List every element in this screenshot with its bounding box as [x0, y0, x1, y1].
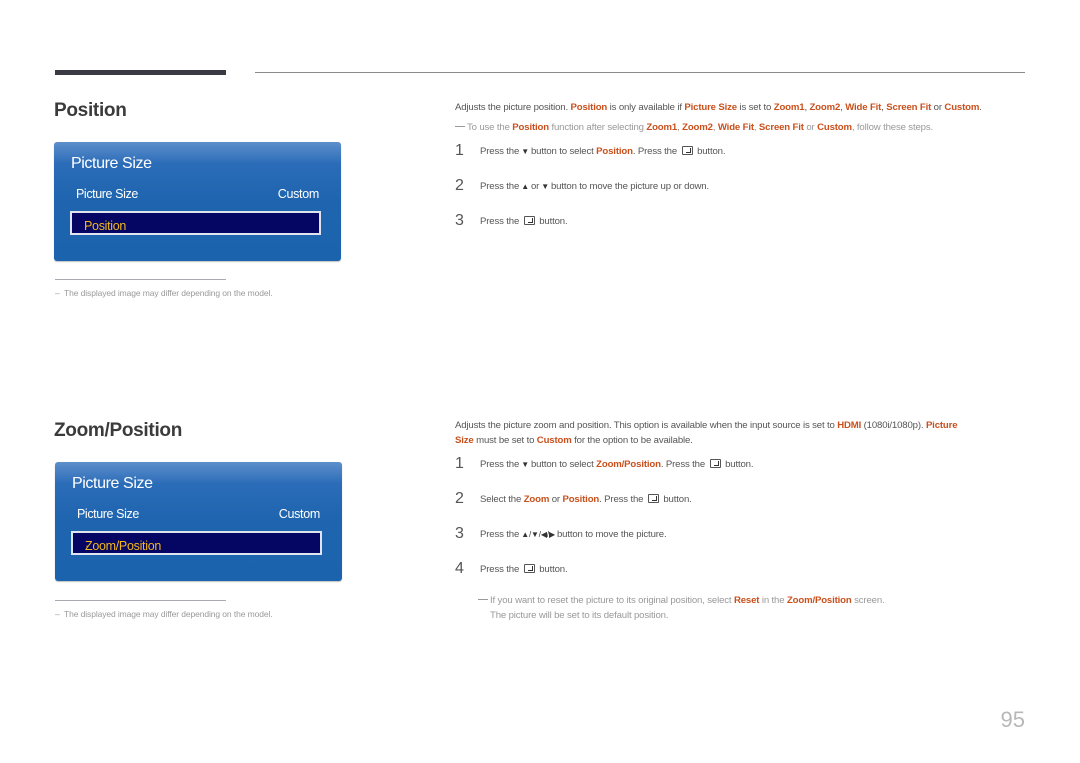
step-number: 2	[455, 490, 464, 507]
footnote-rule	[55, 600, 226, 601]
footnote-text: The displayed image may differ depending…	[64, 609, 273, 619]
footnote: – The displayed image may differ dependi…	[55, 609, 273, 619]
footnote-text: The displayed image may differ depending…	[64, 288, 273, 298]
menu-selected-item-position[interactable]: · Position	[70, 211, 321, 235]
step-text: Press the ▼ button to select Zoom/Position…	[480, 459, 754, 470]
down-arrow-icon: ▼	[521, 460, 529, 469]
position-description: Adjusts the picture position. Position i…	[455, 102, 982, 113]
down-arrow-icon: ▼	[521, 147, 529, 156]
menu-item-label: Position	[84, 219, 127, 233]
step-number: 1	[455, 142, 464, 159]
enter-icon	[523, 564, 535, 573]
footnote-dash: –	[55, 288, 60, 298]
step-text: Press the button.	[480, 564, 568, 575]
step-number: 1	[455, 455, 464, 472]
enter-icon	[709, 459, 721, 468]
menu-row-label[interactable]: Picture Size	[77, 507, 139, 521]
enter-icon	[523, 216, 535, 225]
menu-row-value: Custom	[278, 507, 321, 521]
menu-item-label: Zoom/Position	[85, 539, 161, 553]
footnote-dash: –	[55, 609, 60, 619]
header-rule-thick	[55, 70, 226, 75]
position-note: To use the Position function after selec…	[455, 120, 933, 135]
picture-size-menu-panel: Picture Size Picture Size Custom · Zoom/…	[55, 462, 342, 581]
zoom-position-note: If you want to reset the picture to its …	[478, 593, 885, 623]
step-text: Press the ▼ button to select Position. Pre…	[480, 146, 726, 157]
step-number: 4	[455, 560, 464, 577]
menu-row-value: Custom	[277, 187, 320, 201]
page-number: 95	[1000, 707, 1025, 732]
menu-title: Picture Size	[72, 475, 153, 492]
step-text: Press the button.	[480, 216, 568, 227]
direction-arrows-icon: ▲/▼/◀/▶	[521, 530, 555, 539]
enter-icon	[647, 494, 659, 503]
step-number: 3	[455, 525, 464, 542]
footnote: – The displayed image may differ dependi…	[55, 288, 273, 298]
zoom-position-description: Adjusts the picture zoom and position. T…	[455, 420, 958, 446]
up-arrow-icon: ▲	[521, 182, 529, 191]
menu-title: Picture Size	[71, 155, 152, 172]
picture-size-menu-panel: Picture Size Picture Size Custom · Posit…	[54, 142, 341, 261]
step-text: Select the Zoom or Position. Press the b…	[480, 494, 692, 505]
section-title-zoom-position: Zoom/Position	[54, 420, 183, 441]
step-text: Press the ▲/▼/◀/▶ button to move the pictu…	[480, 529, 667, 540]
step-text: Press the ▲ or ▼ button to move the picture …	[480, 181, 710, 192]
down-arrow-icon: ▼	[541, 182, 549, 191]
footnote-rule	[55, 279, 226, 280]
section-title-position: Position	[54, 100, 127, 121]
step-number: 2	[455, 177, 464, 194]
enter-icon	[681, 146, 693, 155]
menu-row-label[interactable]: Picture Size	[76, 187, 138, 201]
header-rule-thin	[255, 72, 1025, 73]
note-dash-icon	[455, 126, 465, 127]
note-dash-icon	[478, 599, 488, 600]
step-number: 3	[455, 212, 464, 229]
menu-selected-item-zoom-position[interactable]: · Zoom/Position	[71, 531, 322, 555]
